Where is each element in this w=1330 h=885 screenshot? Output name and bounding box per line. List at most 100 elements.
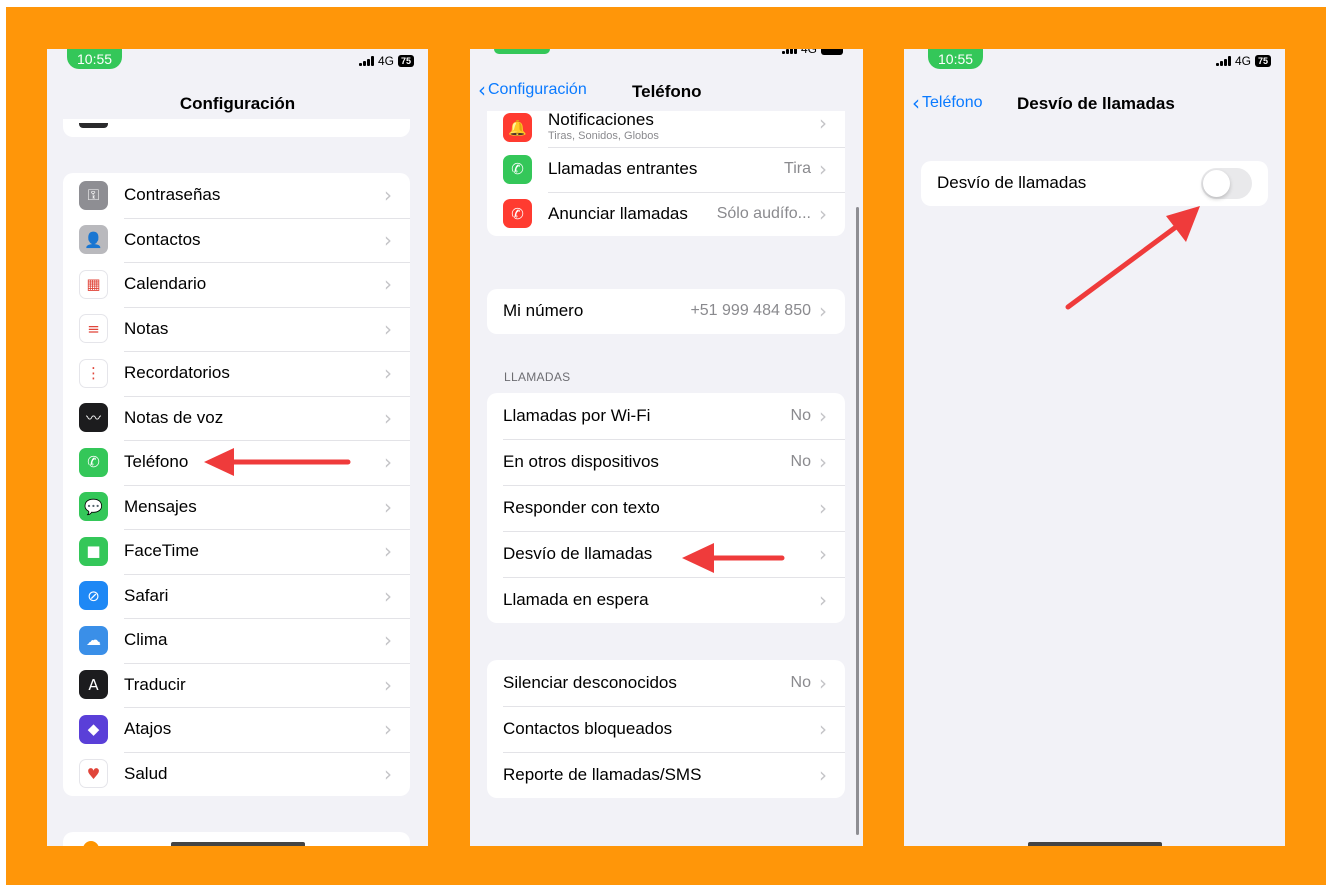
chevron-right-icon: › [384,672,392,697]
call-forwarding-toggle[interactable] [1201,167,1252,199]
status-indicators: 4G [781,49,843,56]
row-text: Atajos [124,719,384,739]
safari-icon: ⊘ [79,581,108,611]
chevron-left-icon: ‹ [912,91,920,115]
chevron-right-icon: › [819,111,827,135]
row-label: Mi número [503,301,584,321]
chevron-right-icon: › [384,405,392,430]
chevron-right-icon: › [819,542,827,566]
row-label: Desvío de llamadas [503,544,653,563]
section-header-llamadas: LLAMADAS [504,370,571,384]
row-mi-numero[interactable]: Mi número +51 999 484 850 › [487,289,845,334]
row-silenciar-desconocidos[interactable]: Silenciar desconocidos No › [487,660,845,706]
my-number-group: Mi número +51 999 484 850 › [487,289,845,334]
signal-icon [358,56,374,66]
back-button[interactable]: ‹ Configuración [478,80,587,100]
phone-icon: ✆ [79,447,108,477]
row-desvio-de-llamadas[interactable]: Desvío de llamadas › [487,531,845,577]
voice-memos-icon: 〰 [79,403,108,433]
notifications-group: 🔔 Notificaciones Tiras, Sonidos, Globos › ✆ L… [487,111,845,236]
row-label: Llamadas entrantes [548,159,698,179]
row-label: FaceTime [124,541,199,561]
row-label: Llamadas por Wi-Fi [503,406,651,425]
row-label: Mensajes [124,496,197,516]
chevron-right-icon: › [819,671,827,695]
row-text: Contactos bloqueados [503,719,819,739]
forwarding-group: Desvío de llamadas [921,161,1268,206]
chevron-right-icon: › [819,404,827,428]
chevron-right-icon: › [819,201,827,226]
weather-icon: ☁ [79,625,108,655]
notes-icon: ≡ [79,314,108,344]
key-icon: ⚿ [79,180,108,210]
row-contactos-bloqueados[interactable]: Contactos bloqueados › [487,706,845,752]
health-icon: ♥ [79,759,108,789]
row-llamada-en-espera[interactable]: Llamada en espera › [487,577,845,623]
row-text: Mensajes [124,497,384,517]
home-indicator [1028,842,1162,846]
row-label: Teléfono [124,452,189,472]
row-reporte-de-llamadas-sms[interactable]: Reporte de llamadas/SMS › [487,752,845,798]
row-traducir[interactable]: A Traducir › [63,662,410,708]
chevron-right-icon: › [819,496,827,520]
messages-icon: 💬 [79,492,108,522]
announce-calls-icon: ✆ [503,199,532,229]
page-title: Configuración [179,94,296,113]
partial-app-icon-2 [83,841,99,846]
network-type: 4G [1234,54,1251,68]
arrow-to-desvio [682,543,785,573]
row-text: Llamadas por Wi-Fi [503,406,791,426]
row-label: Traducir [124,674,186,694]
scrollbar[interactable] [856,207,859,835]
status-indicators: 4G 75 [358,54,414,68]
row-value: No [790,674,811,691]
row-safari[interactable]: ⊘ Safari › [63,573,410,619]
chevron-right-icon: › [384,717,392,742]
chevron-right-icon: › [819,299,827,324]
back-label: Teléfono [922,94,983,111]
row-text: Notificaciones Tiras, Sonidos, Globos [548,111,819,142]
row-facetime[interactable]: ■ FaceTime › [63,529,410,574]
row-notas-de-voz[interactable]: 〰 Notas de voz › [63,395,410,441]
row-label: Clima [124,630,168,650]
contacts-icon: 👤 [79,225,108,255]
row-sublabel: Tiras, Sonidos, Globos [548,129,659,142]
row-llamadas-entrantes[interactable]: ✆ Llamadas entrantes Tira › [487,147,845,192]
chevron-right-icon: › [819,157,827,182]
row-text: Safari [124,586,384,606]
battery-icon: 75 [1254,55,1271,67]
row-label: Safari [124,585,169,605]
row-contactos[interactable]: 👤 Contactos › [63,217,410,263]
row-calendario[interactable]: ▦ Calendario › [63,262,410,307]
arrow-to-toggle [1065,206,1200,310]
back-button[interactable]: ‹ Teléfono [912,91,983,115]
row-text: Mi número [503,301,690,321]
row-mensajes[interactable]: 💬 Mensajes › [63,484,410,530]
row-contrasenas[interactable]: ⚿ Contraseñas › [63,173,410,218]
row-salud[interactable]: ♥ Salud › [63,751,410,797]
row-text: Notas de voz [124,408,384,428]
battery-icon: 75 [397,55,414,67]
row-clima[interactable]: ☁ Clima › [63,618,410,663]
partial-app-icon [79,123,108,128]
signal-icon [781,49,797,54]
row-en-otros-dispositivos[interactable]: En otros dispositivos No › [487,439,845,485]
row-text: Llamada en espera [503,590,819,610]
row-text: Traducir [124,675,384,695]
row-notas[interactable]: ≡ Notas › [63,306,410,352]
signal-icon [1215,56,1231,66]
status-time: 10:55 [928,49,984,69]
chevron-right-icon: › [819,450,827,474]
row-llamadas-por-wi-fi[interactable]: Llamadas por Wi-Fi No › [487,393,845,439]
row-responder-con-texto[interactable]: Responder con texto › [487,485,845,531]
chevron-right-icon: › [384,227,392,252]
reminders-icon: ⋮ [79,358,108,388]
row-value: No [790,407,811,424]
chevron-right-icon: › [384,450,392,475]
row-recordatorios[interactable]: ⋮ Recordatorios › [63,351,410,396]
row-label: Contraseñas [124,185,221,205]
row-atajos[interactable]: ◆ Atajos › [63,707,410,752]
row-notificaciones[interactable]: 🔔 Notificaciones Tiras, Sonidos, Globos › [487,111,845,147]
row-anunciar-llamadas[interactable]: ✆ Anunciar llamadas Sólo audífo... › [487,191,845,237]
previous-group-tail [63,119,410,137]
